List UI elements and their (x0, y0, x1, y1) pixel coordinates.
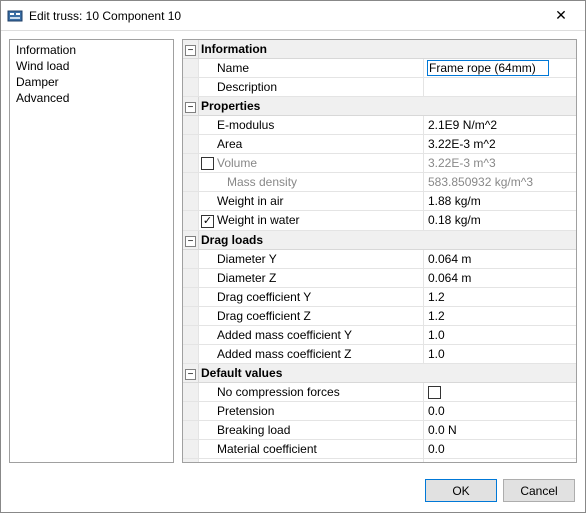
property-row-no-compression-forces: No compression forces (183, 382, 576, 401)
close-icon: ✕ (555, 7, 567, 24)
property-value[interactable]: 0.0 N (424, 420, 577, 439)
property-value[interactable]: 0.18 kg/m (424, 211, 577, 230)
property-label: Diameter Y (217, 252, 277, 266)
dialog-footer: OK Cancel (1, 471, 585, 512)
property-label: Breaking load (217, 423, 290, 437)
property-label: Name (217, 61, 249, 75)
sidebar-item-information[interactable]: Information (14, 42, 169, 58)
property-value[interactable]: 0.0 (424, 401, 577, 420)
property-value[interactable]: 0.0 (424, 458, 577, 463)
property-label: E-modulus (217, 118, 274, 132)
section-header-default-values[interactable]: −Default values (183, 363, 576, 382)
property-value[interactable]: 3.22E-3 m^2 (424, 135, 577, 154)
property-value[interactable]: 1.2 (424, 287, 577, 306)
window-title: Edit truss: 10 Component 10 (29, 9, 541, 23)
section-title: Drag loads (199, 230, 577, 249)
property-label: Material coefficient (217, 442, 317, 456)
property-row-diameter-y: Diameter Y 0.064 m (183, 249, 576, 268)
property-label: Drag coefficient Y (217, 290, 311, 304)
property-row-rayleigh-dampening-mass: Rayleigh dampening (mass) 0.0 (183, 458, 576, 463)
property-value[interactable]: 0.064 m (424, 268, 577, 287)
property-row-weight-in-air: Weight in air 1.88 kg/m (183, 192, 576, 211)
section-title: Properties (199, 97, 577, 116)
property-value-input[interactable] (428, 61, 548, 75)
titlebar: Edit truss: 10 Component 10 ✕ (1, 1, 585, 31)
property-row-diameter-z: Diameter Z 0.064 m (183, 268, 576, 287)
property-row-e-modulus: E-modulus 2.1E9 N/m^2 (183, 116, 576, 135)
property-value[interactable]: 1.0 (424, 344, 577, 363)
cancel-button[interactable]: Cancel (503, 479, 575, 502)
property-row-added-mass-coefficient-y: Added mass coefficient Y 1.0 (183, 325, 576, 344)
property-row-mass-density: Mass density 583.850932 kg/m^3 (183, 173, 576, 192)
property-label: Drag coefficient Z (217, 309, 311, 323)
property-value[interactable]: 1.0 (424, 325, 577, 344)
property-label: Volume (217, 156, 257, 170)
property-row-drag-coefficient-y: Drag coefficient Y 1.2 (183, 287, 576, 306)
property-value[interactable] (424, 59, 577, 78)
property-value[interactable]: 1.2 (424, 306, 577, 325)
app-icon (7, 8, 23, 24)
property-row-added-mass-coefficient-z: Added mass coefficient Z 1.0 (183, 344, 576, 363)
property-value[interactable]: 3.22E-3 m^3 (424, 154, 577, 173)
property-label: Diameter Z (217, 271, 276, 285)
property-row-pretension: Pretension 0.0 (183, 401, 576, 420)
property-label: Weight in water (217, 213, 299, 227)
property-label: Added mass coefficient Z (217, 347, 352, 361)
property-row-volume: Volume 3.22E-3 m^3 (183, 154, 576, 173)
property-value[interactable] (424, 382, 577, 401)
section-header-drag-loads[interactable]: −Drag loads (183, 230, 576, 249)
property-label: Pretension (217, 404, 274, 418)
sidebar-item-label: Information (16, 43, 76, 57)
sidebar: Information Wind load Damper Advanced (9, 39, 174, 463)
property-label: Area (217, 137, 242, 151)
sidebar-item-advanced[interactable]: Advanced (14, 90, 169, 106)
property-row-drag-coefficient-z: Drag coefficient Z 1.2 (183, 306, 576, 325)
collapse-icon: − (185, 102, 196, 113)
property-row-material-coefficient: Material coefficient 0.0 (183, 439, 576, 458)
property-grid: −InformationNameDescription−PropertiesE-… (182, 39, 577, 463)
sidebar-item-wind-load[interactable]: Wind load (14, 58, 169, 74)
section-header-information[interactable]: −Information (183, 40, 576, 59)
property-value[interactable]: 0.0 (424, 439, 577, 458)
property-checkbox[interactable] (201, 157, 214, 170)
collapse-icon: − (185, 236, 196, 247)
ok-button[interactable]: OK (425, 479, 497, 502)
property-label: Description (217, 80, 277, 94)
property-label: Mass density (227, 175, 297, 189)
sidebar-item-label: Advanced (16, 91, 69, 105)
property-row-weight-in-water: ✓Weight in water 0.18 kg/m (183, 211, 576, 230)
collapse-icon: − (185, 369, 196, 380)
property-row-name: Name (183, 59, 576, 78)
sidebar-item-label: Wind load (16, 59, 69, 73)
content-area: Information Wind load Damper Advanced −I… (1, 31, 585, 471)
property-checkbox[interactable]: ✓ (201, 215, 214, 228)
property-label: Weight in air (217, 194, 283, 208)
property-label: No compression forces (217, 385, 340, 399)
property-value[interactable]: 2.1E9 N/m^2 (424, 116, 577, 135)
property-value[interactable] (424, 78, 577, 97)
close-button[interactable]: ✕ (541, 2, 581, 30)
sidebar-item-damper[interactable]: Damper (14, 74, 169, 90)
value-checkbox[interactable] (428, 386, 441, 399)
property-row-description: Description (183, 78, 576, 97)
property-value[interactable]: 583.850932 kg/m^3 (424, 173, 577, 192)
collapse-icon: − (185, 45, 196, 56)
property-row-breaking-load: Breaking load 0.0 N (183, 420, 576, 439)
section-title: Information (199, 40, 577, 59)
property-label: Added mass coefficient Y (217, 328, 352, 342)
property-row-area: Area 3.22E-3 m^2 (183, 135, 576, 154)
property-label: Rayleigh dampening (mass) (217, 461, 366, 463)
sidebar-item-label: Damper (16, 75, 59, 89)
section-title: Default values (199, 363, 577, 382)
property-value[interactable]: 0.064 m (424, 249, 577, 268)
property-value[interactable]: 1.88 kg/m (424, 192, 577, 211)
section-header-properties[interactable]: −Properties (183, 97, 576, 116)
